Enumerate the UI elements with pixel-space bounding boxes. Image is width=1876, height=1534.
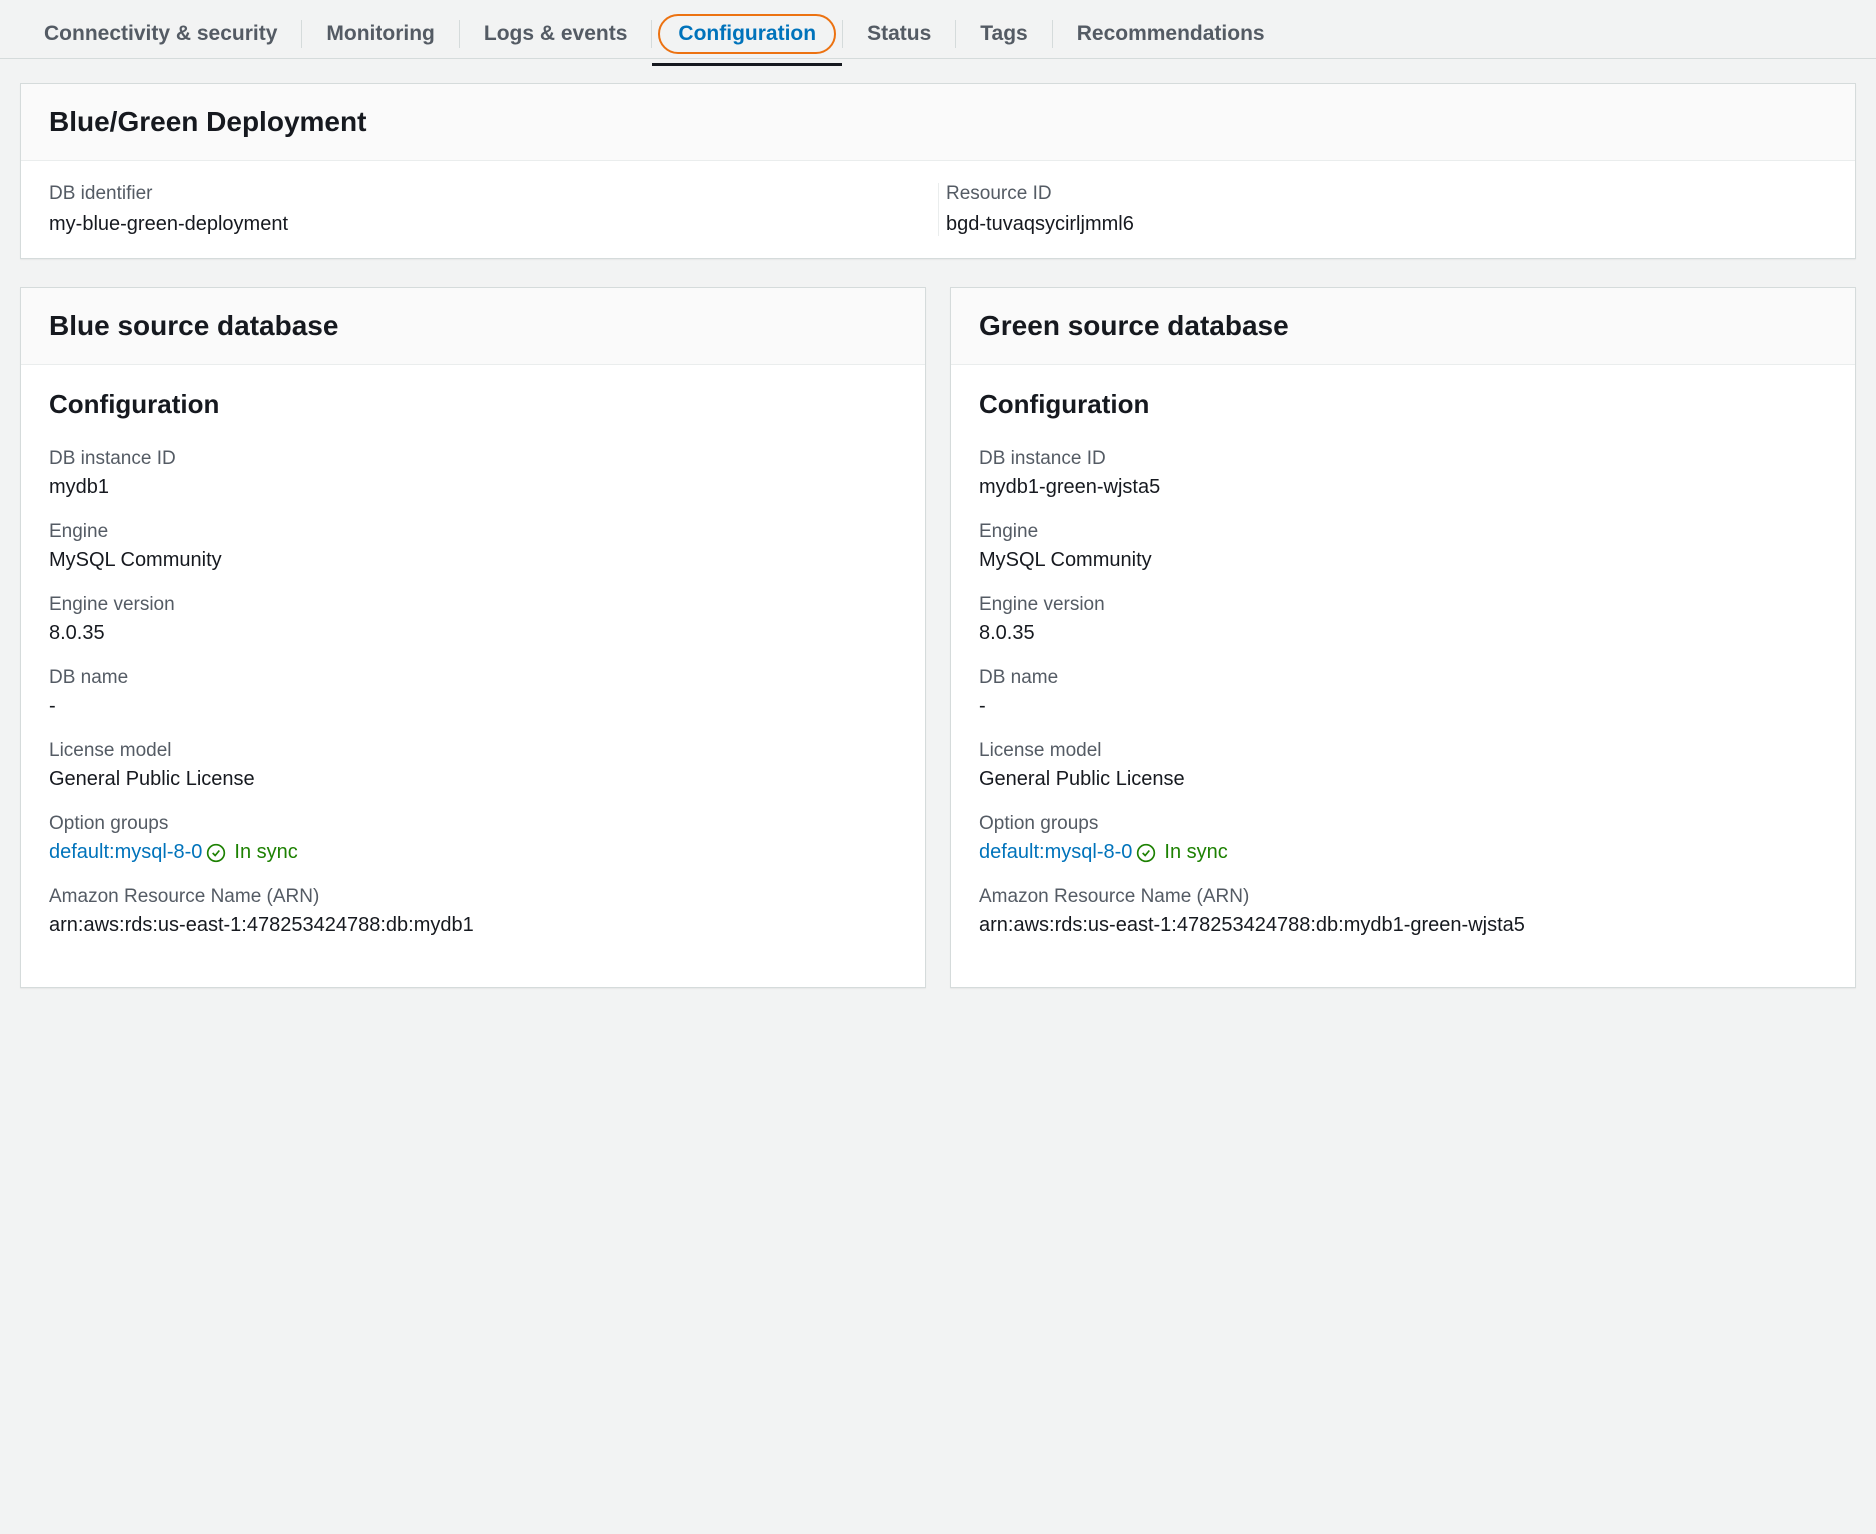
sync-status: In sync (234, 841, 297, 864)
blue-section-title: Configuration (49, 389, 897, 420)
field-label: Engine version (979, 594, 1827, 616)
field-value: 8.0.35 (979, 622, 1827, 645)
field-value: mydb1-green-wjsta5 (979, 476, 1827, 499)
panel-header: Blue/Green Deployment (21, 84, 1855, 161)
blue-header: Blue source database (21, 288, 925, 365)
option-group-link[interactable]: default:mysql-8-0 (979, 841, 1132, 864)
option-group-link[interactable]: default:mysql-8-0 (49, 841, 202, 864)
resource-id-block: Resource ID bgd-tuvaqsycirljmml6 (946, 183, 1827, 236)
field-label: Amazon Resource Name (ARN) (49, 886, 897, 908)
field-label: DB instance ID (49, 448, 897, 470)
field-label: Option groups (979, 813, 1827, 835)
field-label: License model (49, 740, 897, 762)
field-value: arn:aws:rds:us-east-1:478253424788:db:my… (49, 914, 897, 937)
green-engine: Engine MySQL Community (979, 521, 1827, 572)
field-value: General Public License (979, 768, 1827, 791)
field-value: arn:aws:rds:us-east-1:478253424788:db:my… (979, 914, 1827, 937)
field-value: MySQL Community (979, 549, 1827, 572)
green-db-name: DB name - (979, 667, 1827, 718)
blue-license-model: License model General Public License (49, 740, 897, 791)
tab-logs[interactable]: Logs & events (460, 10, 652, 58)
field-value: 8.0.35 (49, 622, 897, 645)
green-db-instance-id: DB instance ID mydb1-green-wjsta5 (979, 448, 1827, 499)
blue-engine-version: Engine version 8.0.35 (49, 594, 897, 645)
db-identifier-value: my-blue-green-deployment (49, 213, 930, 236)
field-label: Option groups (49, 813, 897, 835)
green-title: Green source database (979, 310, 1827, 342)
green-section-title: Configuration (979, 389, 1827, 420)
tab-tags[interactable]: Tags (956, 10, 1051, 58)
field-label: Amazon Resource Name (ARN) (979, 886, 1827, 908)
green-arn: Amazon Resource Name (ARN) arn:aws:rds:u… (979, 886, 1827, 937)
deployment-panel: Blue/Green Deployment DB identifier my-b… (20, 83, 1856, 259)
blue-db-name: DB name - (49, 667, 897, 718)
tab-recommendations[interactable]: Recommendations (1053, 10, 1289, 58)
field-value: MySQL Community (49, 549, 897, 572)
green-license-model: License model General Public License (979, 740, 1827, 791)
field-label: DB name (979, 667, 1827, 689)
field-label: Engine (979, 521, 1827, 543)
field-label: Engine (49, 521, 897, 543)
resource-id-label: Resource ID (946, 183, 1827, 205)
blue-option-groups: Option groups default:mysql-8-0 In sync (49, 813, 897, 864)
field-value: mydb1 (49, 476, 897, 499)
tab-divider (651, 20, 652, 48)
tab-configuration[interactable]: Configuration (658, 14, 836, 54)
field-value: - (979, 695, 1827, 718)
resource-id-value: bgd-tuvaqsycirljmml6 (946, 213, 1827, 236)
tab-monitoring[interactable]: Monitoring (302, 10, 458, 58)
blue-engine: Engine MySQL Community (49, 521, 897, 572)
blue-title: Blue source database (49, 310, 897, 342)
check-circle-icon (206, 843, 226, 863)
db-identifier-label: DB identifier (49, 183, 930, 205)
field-label: DB instance ID (979, 448, 1827, 470)
sync-status: In sync (1164, 841, 1227, 864)
db-identifier-block: DB identifier my-blue-green-deployment (49, 183, 930, 236)
tab-status[interactable]: Status (843, 10, 955, 58)
check-circle-icon (1136, 843, 1156, 863)
field-value: - (49, 695, 897, 718)
field-value: General Public License (49, 768, 897, 791)
panel-title: Blue/Green Deployment (49, 106, 1827, 138)
field-label: Engine version (49, 594, 897, 616)
field-label: DB name (49, 667, 897, 689)
green-panel: Green source database Configuration DB i… (950, 287, 1856, 988)
field-label: License model (979, 740, 1827, 762)
blue-arn: Amazon Resource Name (ARN) arn:aws:rds:u… (49, 886, 897, 937)
green-header: Green source database (951, 288, 1855, 365)
tabs-bar: Connectivity & security Monitoring Logs … (0, 0, 1876, 59)
green-option-groups: Option groups default:mysql-8-0 In sync (979, 813, 1827, 864)
blue-db-instance-id: DB instance ID mydb1 (49, 448, 897, 499)
blue-panel: Blue source database Configuration DB in… (20, 287, 926, 988)
green-engine-version: Engine version 8.0.35 (979, 594, 1827, 645)
tab-connectivity[interactable]: Connectivity & security (20, 10, 301, 58)
